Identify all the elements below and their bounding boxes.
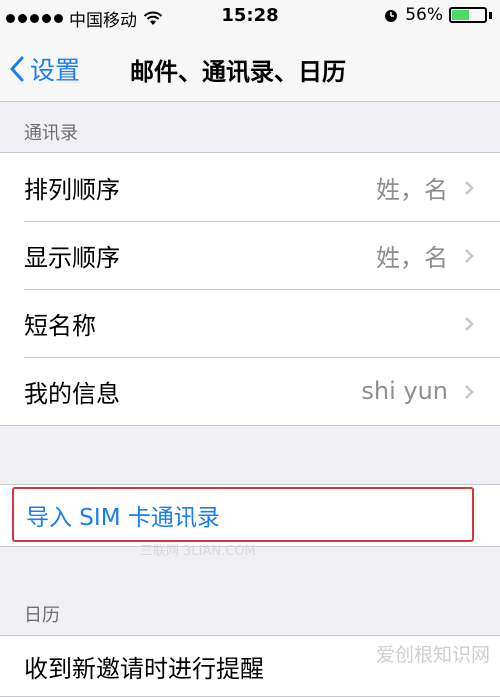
- chevron-right-icon: [465, 181, 474, 195]
- battery-level-fill: [452, 10, 470, 20]
- navigation-bar: 设置 邮件、通讯录、日历: [0, 34, 500, 100]
- section-header-contacts: 通讯录: [24, 123, 78, 144]
- section-header-calendar: 日历: [24, 605, 60, 626]
- watermark-small: 三联网 3LIAN.COM: [140, 544, 256, 559]
- chevron-right-icon: [465, 249, 474, 263]
- chevron-left-icon: [10, 56, 24, 82]
- row-label: 显示顺序: [24, 243, 120, 272]
- display-order-row[interactable]: 显示顺序 姓，名: [0, 221, 500, 289]
- row-value: shi yun: [361, 377, 448, 405]
- row-label: 短名称: [24, 311, 96, 340]
- watermark-corner: 爱创根知识网: [375, 644, 490, 666]
- my-info-row[interactable]: 我的信息 shi yun: [0, 357, 500, 425]
- alarm-clock-icon: [385, 10, 398, 22]
- page-title: 邮件、通讯录、日历: [130, 58, 346, 86]
- status-bar: 中国移动 15:28 56%: [0, 0, 500, 34]
- back-label: 设置: [30, 56, 81, 85]
- sort-order-row[interactable]: 排列顺序 姓，名: [0, 153, 500, 221]
- row-label: 我的信息: [24, 379, 120, 408]
- chevron-right-icon: [465, 317, 474, 331]
- import-sim-label: 导入 SIM 卡通讯录: [26, 504, 220, 531]
- contacts-settings-group: 排列顺序 姓，名 显示顺序 姓，名 短名称 我的信息 shi yun: [0, 152, 500, 426]
- row-label: 收到新邀请时进行提醒: [24, 654, 264, 683]
- short-name-row[interactable]: 短名称: [0, 289, 500, 357]
- chevron-right-icon: [465, 385, 474, 399]
- import-sim-contacts-button[interactable]: 导入 SIM 卡通讯录: [12, 487, 474, 542]
- battery-icon: [449, 7, 487, 23]
- battery-percent: 56%: [405, 5, 443, 25]
- back-button[interactable]: 设置: [10, 51, 80, 87]
- row-label: 排列顺序: [24, 175, 120, 204]
- row-value: 姓，名: [376, 175, 448, 204]
- row-value: 姓，名: [376, 243, 448, 272]
- header: 中国移动 15:28 56% 设置 邮件、通讯录、日历: [0, 0, 500, 102]
